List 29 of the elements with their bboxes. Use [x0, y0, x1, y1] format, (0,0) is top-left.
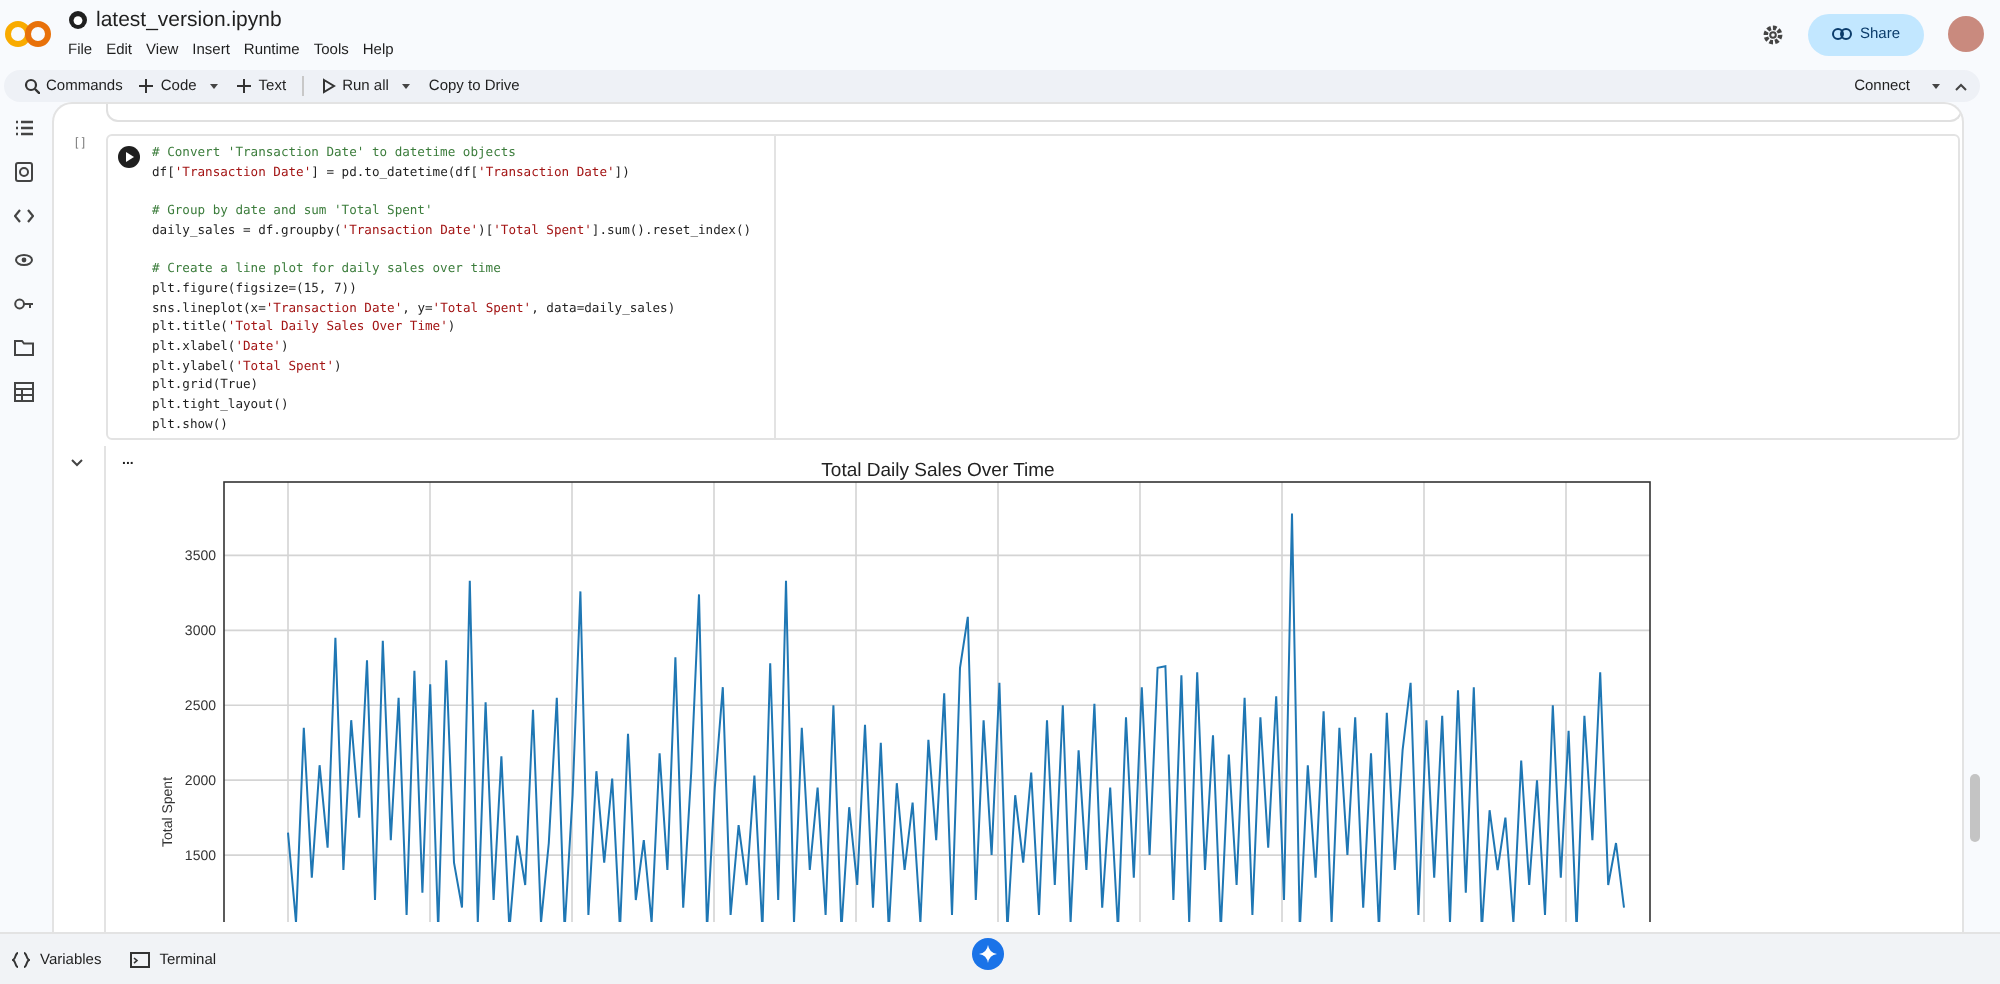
avatar[interactable]	[1948, 16, 1984, 52]
plot-title: Total Daily Sales Over Time	[821, 460, 1055, 482]
folder-icon[interactable]	[14, 338, 34, 358]
settings-icon[interactable]	[1761, 23, 1784, 45]
find-icon[interactable]	[14, 162, 34, 182]
colab-logo[interactable]	[4, 18, 52, 50]
github-icon[interactable]	[68, 10, 88, 30]
braces-icon	[12, 951, 30, 967]
key-icon[interactable]	[14, 294, 34, 314]
caret-icon[interactable]	[208, 80, 221, 92]
terminal-icon	[129, 951, 150, 967]
table-of-contents-icon[interactable]	[14, 118, 34, 138]
eye-icon[interactable]	[14, 250, 34, 270]
link-icon	[1831, 28, 1852, 40]
plus-icon	[138, 78, 155, 94]
search-icon	[24, 78, 40, 94]
notebook-title[interactable]: latest_version.ipynb	[96, 8, 282, 32]
run-button[interactable]	[118, 146, 140, 168]
code-icon[interactable]	[14, 206, 34, 226]
chevron-icon[interactable]	[70, 458, 84, 469]
scrollbar-thumb[interactable]	[1970, 774, 1980, 842]
plus-icon	[236, 78, 253, 94]
play-icon	[320, 78, 337, 94]
code-cell[interactable]	[106, 134, 1960, 440]
table-icon[interactable]	[14, 382, 34, 402]
caret-icon[interactable]	[400, 80, 413, 92]
collapse-icon[interactable]	[1954, 81, 1968, 91]
caret-icon[interactable]	[1930, 80, 1942, 92]
sparkle-button[interactable]	[972, 938, 1004, 970]
